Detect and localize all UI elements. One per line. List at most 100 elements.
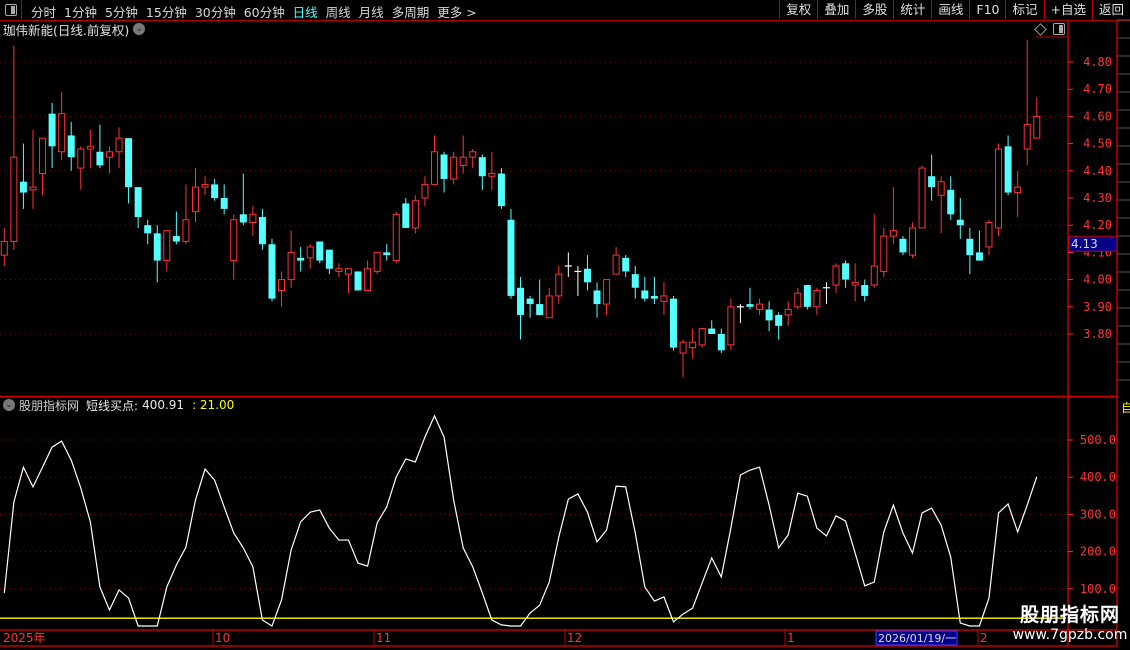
candle	[364, 260, 372, 291]
candle-body	[373, 251, 381, 272]
candle	[574, 266, 582, 296]
candle-body	[249, 213, 257, 223]
candle	[880, 227, 888, 277]
candle-body	[603, 279, 611, 305]
candle	[517, 276, 525, 340]
candle-body	[450, 156, 458, 180]
candle	[431, 135, 438, 185]
candle	[746, 287, 754, 310]
price-tick-label: 4.50	[1083, 137, 1112, 151]
indicator-tick-label: 300.0	[1080, 507, 1116, 521]
candle	[306, 244, 314, 269]
candle-body	[784, 309, 792, 316]
candle	[545, 287, 553, 319]
candle	[851, 263, 859, 302]
price-tick-label: 4.80	[1083, 55, 1112, 69]
candle-body	[220, 198, 228, 209]
candle-body	[947, 189, 955, 215]
candle	[717, 328, 725, 354]
candle	[287, 230, 295, 288]
watermark-url: www.7gpzb.com	[1012, 627, 1128, 643]
candle-body	[344, 268, 352, 275]
candle-body	[975, 252, 983, 261]
candle	[172, 211, 180, 245]
candle	[297, 246, 305, 272]
price-tick-label: 4.70	[1083, 82, 1112, 96]
candle	[603, 279, 611, 315]
candle	[1014, 170, 1022, 218]
candle-body	[526, 298, 534, 305]
candle-body	[287, 251, 295, 281]
candle-body	[192, 186, 199, 213]
candle	[58, 91, 66, 160]
price-tag-label: 4.13	[1071, 237, 1098, 251]
candle	[77, 146, 85, 190]
indicator-tick-label: 100.0	[1080, 582, 1116, 596]
candle-body	[698, 328, 706, 346]
candle	[698, 328, 706, 348]
candle-body	[1014, 186, 1022, 194]
candle-body	[364, 268, 372, 291]
candle-body	[67, 135, 75, 158]
candle	[182, 184, 190, 245]
candle	[1033, 97, 1041, 139]
price-tick-label: 4.00	[1083, 273, 1112, 287]
candle-body	[29, 186, 37, 191]
candle	[765, 301, 773, 332]
candle	[354, 271, 362, 291]
candle-body	[842, 263, 850, 280]
candle-body	[239, 214, 247, 223]
candle-body	[966, 238, 974, 256]
candle	[258, 208, 266, 250]
candle-body	[153, 233, 161, 261]
candle-body	[268, 244, 276, 299]
candle-body	[756, 303, 764, 311]
chevron-down-icon[interactable]: ⌄	[3, 399, 15, 411]
candle	[268, 238, 276, 302]
candle	[899, 236, 907, 256]
candle	[679, 339, 687, 378]
candle-body	[909, 227, 916, 256]
candle-body	[478, 157, 486, 177]
candle-body	[469, 151, 477, 158]
candle	[555, 266, 563, 305]
candle	[842, 260, 850, 288]
candle-body	[201, 183, 209, 188]
candle-body	[813, 289, 821, 308]
candle-body	[870, 265, 878, 286]
candle	[316, 241, 324, 264]
indicator-header: ⌄ 股朋指标网 短线买点: 400.91 : 21.00	[3, 398, 234, 413]
candle-body	[125, 138, 133, 188]
indicator-value: 400.91	[142, 398, 185, 412]
price-tick-label: 4.60	[1083, 109, 1112, 123]
candle-body	[431, 151, 438, 185]
kline-chart[interactable]: 4.804.704.604.504.404.304.204.104.003.90…	[0, 0, 1130, 650]
candle	[230, 214, 238, 280]
candle	[918, 165, 926, 229]
candle	[727, 298, 735, 351]
candle-body	[497, 173, 505, 207]
candle	[1023, 40, 1031, 166]
time-label: 2025年	[3, 631, 46, 645]
time-label: 2	[980, 631, 988, 645]
strip-tag: 自	[1121, 401, 1130, 415]
candle	[96, 124, 104, 169]
candle-body	[717, 334, 725, 351]
candle-body	[851, 281, 859, 286]
candle	[870, 214, 878, 288]
candle	[947, 176, 955, 220]
candle-body	[555, 273, 563, 297]
candle-body	[631, 274, 639, 288]
candle-body	[899, 238, 907, 253]
indicator-tick-label: 400.0	[1080, 470, 1116, 484]
candle-body	[775, 314, 783, 326]
candle	[278, 271, 286, 307]
candle	[536, 279, 544, 315]
candle-body	[880, 235, 888, 272]
indicator-line	[3, 414, 1038, 627]
candle	[813, 287, 821, 315]
candle	[975, 230, 983, 261]
candle-body	[650, 295, 658, 299]
candle	[488, 151, 496, 190]
candle-body	[679, 341, 687, 354]
